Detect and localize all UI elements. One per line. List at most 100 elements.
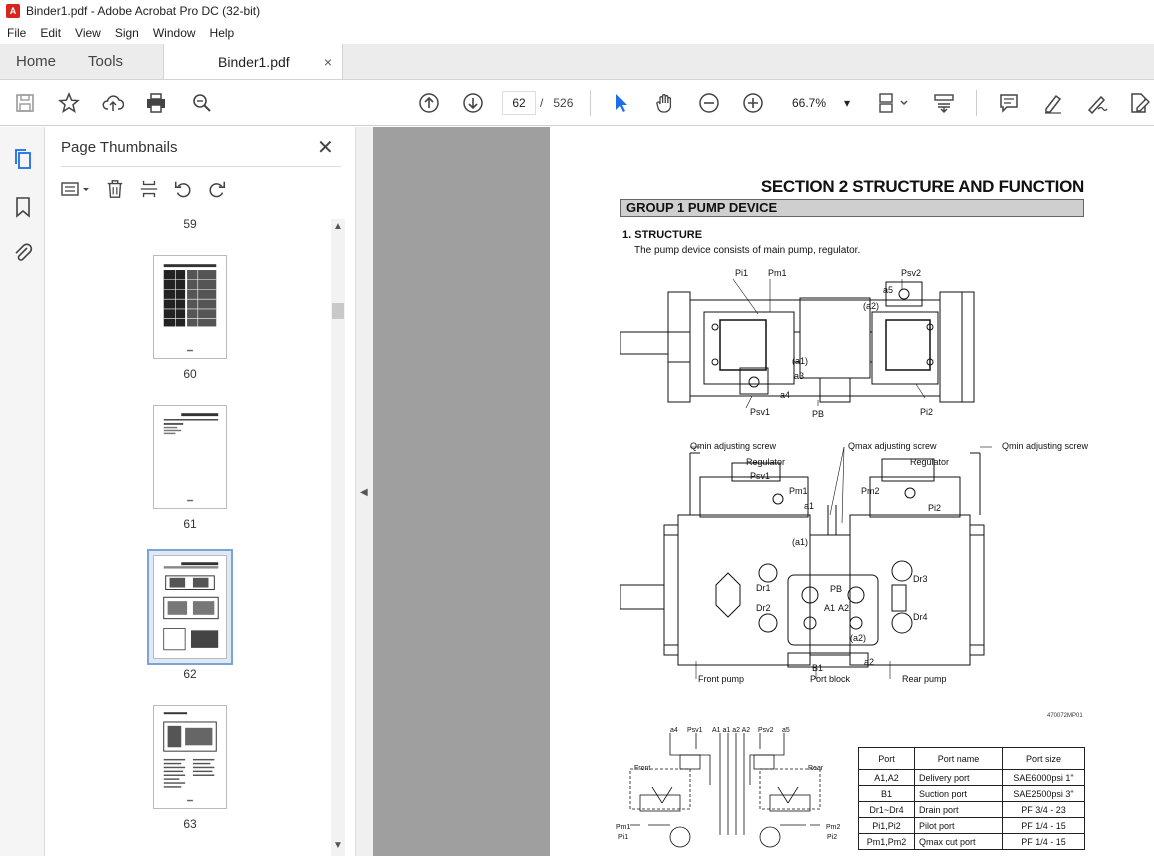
scrollbar-thumb[interactable]: [332, 303, 344, 319]
table-cell: Pm1,Pm2: [858, 833, 915, 850]
page-number-input[interactable]: 62: [502, 91, 536, 115]
menu-window[interactable]: Window: [146, 26, 203, 40]
label-a2-paren-mid: (a2): [850, 633, 867, 643]
rotate-counterclockwise-icon[interactable]: [171, 177, 195, 201]
label-qmin-right: Qmin adjusting screw: [1002, 441, 1089, 451]
label-hyd-pi1: Pi1: [618, 834, 629, 841]
close-panel-icon[interactable]: ✕: [317, 135, 334, 160]
table-cell: B1: [858, 785, 915, 802]
previous-page-icon[interactable]: [417, 91, 441, 115]
zoom-level-select[interactable]: 66.7% ▾: [784, 91, 854, 115]
table-cell: Suction port: [914, 785, 1003, 802]
thumbnail-page-63[interactable]: [153, 705, 227, 809]
label-hyd-rear: Rear: [808, 765, 824, 772]
label-a2-mid: a2: [864, 657, 875, 667]
page-thumbnails-icon[interactable]: [11, 147, 35, 171]
zoom-in-icon[interactable]: [741, 91, 765, 115]
label-regulator-right: Regulator: [910, 457, 950, 467]
table-row: B1 Suction port SAE2500psi 3": [858, 785, 1085, 802]
bookmarks-icon[interactable]: [11, 195, 35, 219]
label-a4: a4: [780, 390, 791, 400]
label-regulator-left: Regulator: [746, 457, 786, 467]
label-hyd-pi2: Pi2: [827, 834, 838, 841]
tab-tools[interactable]: Tools: [72, 44, 139, 79]
label-port-block: Port block: [810, 674, 851, 684]
label-rear-pump: Rear pump: [902, 674, 947, 684]
label-a1-paren-mid: (a1): [792, 537, 809, 547]
label-pm1: Pm1: [768, 268, 787, 278]
table-row: Pi1,Pi2 Pilot port PF 1/4 - 15: [858, 817, 1085, 834]
scroll-mode-icon[interactable]: [932, 91, 956, 115]
select-cursor-icon[interactable]: [609, 91, 633, 115]
table-header: Port name: [914, 747, 1003, 770]
menu-help[interactable]: Help: [203, 26, 242, 40]
bookmark-star-icon[interactable]: [57, 91, 81, 115]
menu-file[interactable]: File: [0, 26, 33, 40]
table-header: Port: [858, 747, 915, 770]
thumbnail-page-60[interactable]: [153, 255, 227, 359]
draw-sign-icon[interactable]: [1085, 91, 1109, 115]
chevron-down-icon: ▾: [843, 96, 850, 110]
label-dr2: Dr2: [756, 603, 771, 613]
scroll-down-icon[interactable]: ▼: [333, 840, 343, 851]
toolbar-divider: [976, 90, 977, 116]
label-pm1-mid: Pm1: [789, 486, 808, 496]
scroll-up-icon[interactable]: ▲: [333, 221, 343, 232]
hand-tool-icon[interactable]: [653, 91, 677, 115]
label-qmax: Qmax adjusting screw: [848, 441, 937, 451]
options-menu-icon[interactable]: [59, 177, 93, 201]
edit-document-icon[interactable]: [1127, 91, 1151, 115]
table-cell: SAE6000psi 1": [1002, 769, 1085, 786]
table-cell: A1,A2: [858, 769, 915, 786]
tab-bar: Home Tools Binder1.pdf ×: [0, 44, 1154, 80]
table-row: A1,A2 Delivery port SAE6000psi 1": [858, 769, 1085, 786]
thumbnail-page-62[interactable]: [153, 555, 227, 659]
zoom-out-icon[interactable]: [697, 91, 721, 115]
rotate-clockwise-icon[interactable]: [205, 177, 229, 201]
next-page-icon[interactable]: [461, 91, 485, 115]
label-qmin-left: Qmin adjusting screw: [690, 441, 777, 451]
panel-splitter[interactable]: ◀: [355, 127, 373, 856]
label-psv1-mid: Psv1: [750, 471, 771, 481]
document-viewer[interactable]: SECTION 2 STRUCTURE AND FUNCTION GROUP 1…: [373, 127, 1154, 856]
label-hyd-psv2: Psv2: [758, 727, 774, 734]
pump-side-view-drawing: [620, 278, 975, 409]
label-a3: a3: [794, 371, 805, 381]
thumbnail-label-60: 60: [183, 367, 197, 381]
close-tab-icon[interactable]: ×: [324, 54, 332, 70]
panel-divider: [61, 166, 341, 167]
table-cell: SAE2500psi 3": [1002, 785, 1085, 802]
menu-view[interactable]: View: [68, 26, 108, 40]
upload-cloud-icon[interactable]: [101, 91, 125, 115]
label-a1-paren: (a1): [792, 356, 809, 366]
table-row: Dr1~Dr4 Drain port PF 3/4 - 23: [858, 801, 1085, 818]
collapse-panel-icon[interactable]: ◀: [360, 487, 368, 498]
label-pi2: Pi2: [920, 407, 934, 417]
thumbnail-page-61[interactable]: [153, 405, 227, 509]
label-a1-mid: a1: [804, 501, 815, 511]
thumbnail-label-59: 59: [183, 217, 197, 231]
search-zoom-icon[interactable]: [190, 91, 214, 115]
structure-description: The pump device consists of main pump, r…: [634, 245, 861, 256]
print-icon[interactable]: [144, 91, 168, 115]
page-thumbnails-panel: Page Thumbnails ✕ 59 60 61 62 63 ▲ ▼: [45, 127, 355, 856]
page-fit-icon[interactable]: [876, 91, 912, 115]
menu-sign[interactable]: Sign: [108, 26, 146, 40]
comment-icon[interactable]: [997, 91, 1021, 115]
extract-pages-icon[interactable]: [137, 177, 161, 201]
panel-title: Page Thumbnails: [61, 139, 178, 156]
tab-home[interactable]: Home: [0, 44, 72, 79]
save-icon[interactable]: [13, 91, 37, 115]
label-dr1: Dr1: [756, 583, 771, 593]
tab-document[interactable]: Binder1.pdf ×: [163, 44, 344, 79]
section-title: SECTION 2 STRUCTURE AND FUNCTION: [760, 177, 1084, 196]
highlight-pen-icon[interactable]: [1041, 91, 1065, 115]
port-table: Port Port name Port size A1,A2 Delivery …: [858, 747, 1085, 850]
thumbnails-scrollbar[interactable]: ▲ ▼: [331, 219, 345, 856]
panel-toolbar: [59, 177, 239, 201]
structure-heading: 1. STRUCTURE: [622, 229, 703, 241]
label-dr3: Dr3: [913, 574, 928, 584]
menu-edit[interactable]: Edit: [33, 26, 68, 40]
attachments-paperclip-icon[interactable]: [11, 240, 35, 264]
delete-page-icon[interactable]: [103, 177, 127, 201]
